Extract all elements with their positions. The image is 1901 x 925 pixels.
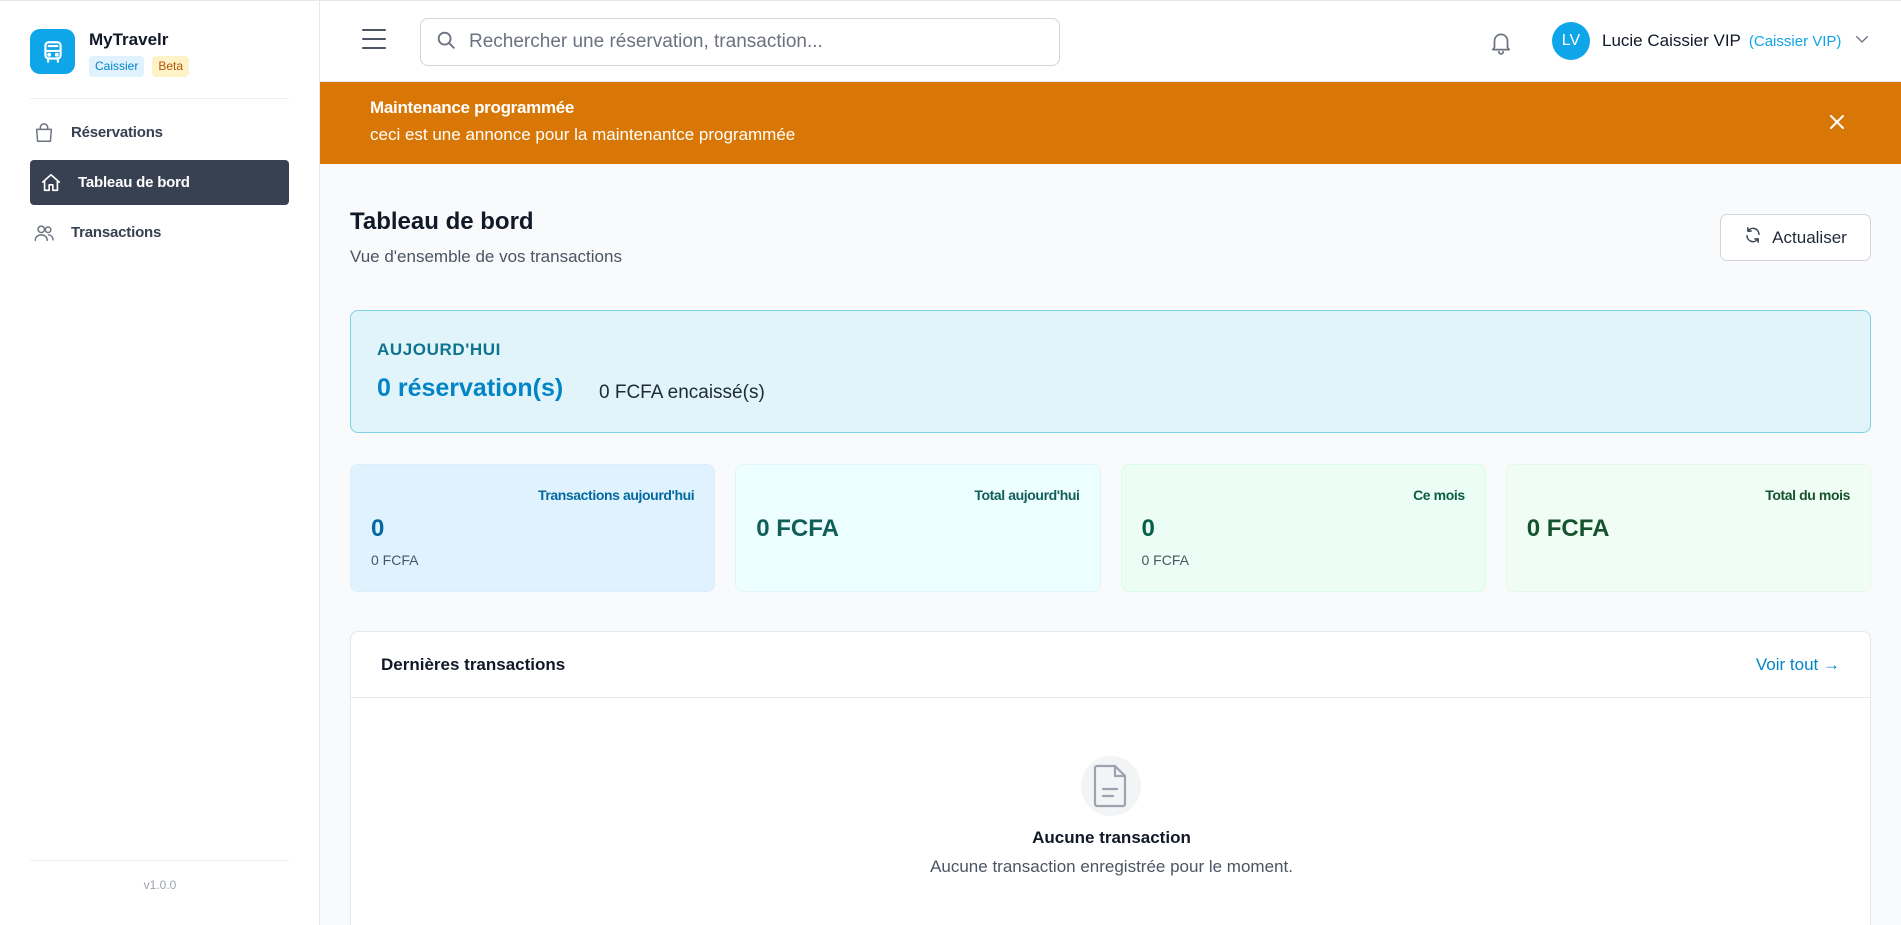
stat-value: 0 FCFA <box>756 515 839 542</box>
stat-label: Total du mois <box>1765 487 1850 503</box>
home-icon <box>40 172 62 194</box>
brand[interactable]: MyTravelr Caissier Beta <box>30 29 190 77</box>
today-label: AUJOURD'HUI <box>377 340 501 359</box>
sidebar-item-label: Transactions <box>71 224 162 241</box>
sidebar-item-reservations[interactable]: Réservations <box>30 110 289 155</box>
refresh-icon <box>1744 226 1762 249</box>
sidebar-divider <box>30 98 289 99</box>
empty-state-message: Aucune transaction enregistrée pour le m… <box>930 857 1293 876</box>
users-icon <box>33 222 55 244</box>
stat-label: Transactions aujourd'hui <box>537 487 695 503</box>
bus-icon <box>30 29 75 74</box>
search-input[interactable] <box>469 31 1029 53</box>
stat-label: Ce mois <box>1413 487 1465 503</box>
app-version: v1.0.0 <box>143 878 177 892</box>
page-subtitle: Vue d'ensemble de vos transactions <box>350 247 622 266</box>
chevron-down-icon <box>1853 30 1871 53</box>
stat-value: 0 FCFA <box>1526 515 1610 542</box>
page-title: Tableau de bord <box>350 208 534 235</box>
user-name: Lucie Caissier VIP <box>1602 31 1741 50</box>
today-cashed: 0 FCFA encaissé(s) <box>599 382 765 403</box>
user-role: (Caissier VIP) <box>1748 32 1842 50</box>
document-icon <box>1081 756 1141 816</box>
sidebar-item-label: Tableau de bord <box>78 174 190 191</box>
role-badge: Caissier <box>89 56 145 77</box>
stat-card-total-today: Total aujourd'hui 0 FCFA <box>735 464 1101 592</box>
sidebar-footer-divider <box>30 860 289 861</box>
stat-sub: 0 FCFA <box>371 552 419 568</box>
banner-title: Maintenance programmée <box>370 98 575 117</box>
recent-transactions: Dernières transactions Voir tout → Aucun… <box>350 631 1871 925</box>
sidebar-item-transactions[interactable]: Transactions <box>30 210 289 255</box>
avatar: LV <box>1552 22 1590 60</box>
recent-transactions-title: Dernières transactions <box>381 655 566 674</box>
stats-row: Transactions aujourd'hui 0 0 FCFA Total … <box>350 464 1871 592</box>
view-all-link[interactable]: Voir tout → <box>1756 655 1840 675</box>
bag-icon <box>33 122 55 144</box>
maintenance-banner: Maintenance programmée ceci est une anno… <box>320 82 1901 164</box>
recent-transactions-header: Dernières transactions Voir tout → <box>351 632 1870 698</box>
sidebar-item-label: Réservations <box>71 124 163 141</box>
refresh-label: Actualiser <box>1772 227 1847 247</box>
sidebar: MyTravelr Caissier Beta Réservations Tab… <box>0 0 320 925</box>
today-summary: AUJOURD'HUI 0 réservation(s) 0 FCFA enca… <box>350 310 1871 433</box>
menu-icon[interactable] <box>362 29 386 49</box>
stat-label: Total aujourd'hui <box>974 487 1080 503</box>
stat-card-transactions-today: Transactions aujourd'hui 0 0 FCFA <box>350 464 716 592</box>
today-reservations: 0 réservation(s) <box>377 374 564 402</box>
bell-icon[interactable] <box>1488 29 1514 60</box>
beta-badge: Beta <box>152 56 190 77</box>
stat-sub: 0 FCFA <box>1141 552 1189 568</box>
brand-name: MyTravelr <box>89 30 169 49</box>
banner-message: ceci est une annonce pour la maintenantc… <box>370 125 796 144</box>
stat-value: 0 <box>371 515 385 542</box>
main-content: Tableau de bord Vue d'ensemble de vos tr… <box>320 164 1901 925</box>
close-icon[interactable] <box>1829 114 1845 130</box>
top-header: LV Lucie Caissier VIP (Caissier VIP) <box>320 0 1901 82</box>
stat-card-total-month: Total du mois 0 FCFA <box>1505 464 1871 592</box>
user-menu[interactable]: LV Lucie Caissier VIP (Caissier VIP) <box>1552 22 1871 60</box>
sidebar-item-dashboard[interactable]: Tableau de bord <box>30 160 289 205</box>
search-icon <box>435 29 457 56</box>
stat-card-this-month: Ce mois 0 0 FCFA <box>1120 464 1486 592</box>
sidebar-nav: Réservations Tableau de bord Transaction… <box>30 110 289 260</box>
search-box[interactable] <box>420 18 1060 66</box>
empty-state-title: Aucune transaction <box>1032 828 1191 847</box>
refresh-button[interactable]: Actualiser <box>1720 214 1871 261</box>
stat-value: 0 <box>1141 515 1155 542</box>
